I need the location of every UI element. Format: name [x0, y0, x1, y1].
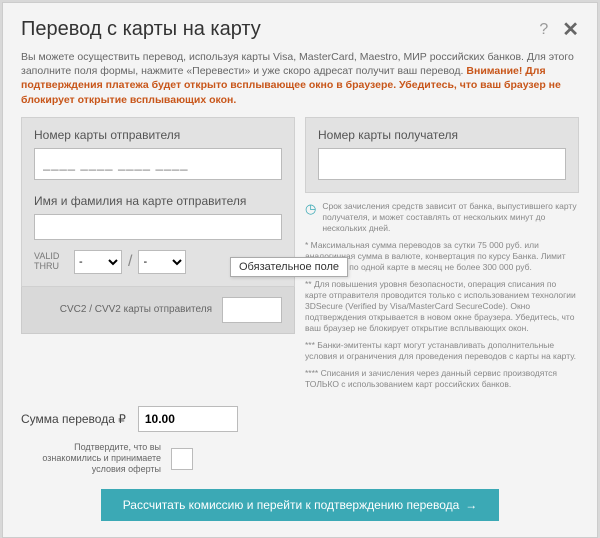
fine-clock: Срок зачисления средств зависит от банка…: [322, 201, 579, 234]
recipient-panel: Номер карты получателя: [305, 117, 579, 193]
terms-checkbox[interactable]: [171, 448, 193, 470]
amount-label: Сумма перевода ₽: [21, 412, 126, 426]
valid-thru-label: VALID THRU: [34, 252, 68, 272]
amount-input[interactable]: [138, 406, 238, 432]
expiry-year-select[interactable]: -: [138, 250, 186, 274]
sender-card-label: Номер карты отправителя: [34, 128, 282, 142]
close-icon[interactable]: ✕: [562, 17, 579, 42]
cvc-label: CVC2 / CVV2 карты отправителя: [60, 304, 212, 316]
expiry-separator: /: [128, 253, 132, 271]
intro-text: Вы можете осуществить перевод, используя…: [3, 50, 597, 117]
sender-name-input[interactable]: [34, 214, 282, 240]
recipient-card-input[interactable]: [318, 148, 566, 180]
fine-p4: **** Списания и зачисления через данный …: [305, 368, 579, 390]
cvc-panel: CVC2 / CVV2 карты отправителя: [21, 287, 295, 334]
fine-p2: ** Для повышения уровня безопасности, оп…: [305, 279, 579, 334]
clock-icon: ◷: [305, 201, 316, 218]
sender-name-label: Имя и фамилия на карте отправителя: [34, 194, 282, 208]
confirm-row: Подтвердите, что вы ознакомились и прини…: [3, 438, 597, 488]
expiry-month-select[interactable]: -: [74, 250, 122, 274]
sender-card-input[interactable]: [34, 148, 282, 180]
fine-print: ◷ Срок зачисления средств зависит от бан…: [305, 201, 579, 391]
arrow-icon: →: [465, 498, 477, 512]
confirm-text: Подтвердите, что вы ознакомились и прини…: [21, 442, 161, 474]
recipient-card-label: Номер карты получателя: [318, 128, 566, 142]
required-tooltip: Обязательное поле: [230, 257, 348, 277]
dialog-header: Перевод с карты на карту ? ✕: [3, 3, 597, 50]
fine-p3: *** Банки-эмитенты карт могут устанавлив…: [305, 340, 579, 362]
amount-row: Сумма перевода ₽: [3, 396, 597, 438]
help-icon[interactable]: ?: [539, 21, 548, 39]
submit-label: Рассчитать комиссию и перейти к подтверж…: [123, 498, 460, 512]
submit-button[interactable]: Рассчитать комиссию и перейти к подтверж…: [101, 489, 500, 521]
dialog-title: Перевод с карты на карту: [21, 18, 539, 41]
cvc-input[interactable]: [222, 297, 282, 323]
